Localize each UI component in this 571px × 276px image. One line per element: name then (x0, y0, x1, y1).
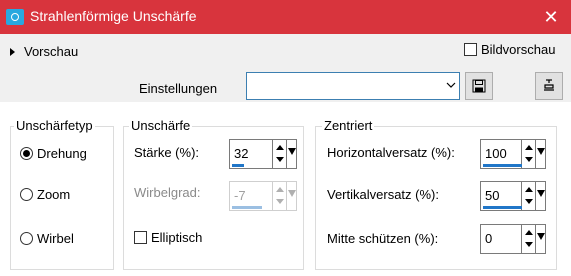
elliptical-checkbox-box[interactable] (134, 231, 147, 244)
image-preview-checkbox-box[interactable] (464, 43, 477, 56)
v-offset-value: 50 (485, 188, 500, 203)
h-offset-stepper[interactable] (522, 139, 536, 169)
strength-value: 32 (234, 146, 249, 161)
strength-label: Stärke (%): (134, 145, 200, 160)
stepper-up-icon[interactable] (276, 145, 284, 150)
twist-slider-dropdown[interactable] (287, 181, 297, 211)
stepper-down-icon[interactable] (525, 157, 533, 162)
image-preview-checkbox[interactable]: Bildvorschau (464, 42, 555, 57)
radio-zoom-label: Zoom (37, 187, 71, 202)
reset-settings-button[interactable] (535, 72, 563, 100)
preview-label: Vorschau (24, 44, 79, 59)
camera-icon (6, 9, 24, 25)
save-icon (472, 79, 486, 93)
v-offset-label: Vertikalversatz (%): (327, 187, 439, 202)
radio-rotation[interactable]: Drehung (20, 146, 87, 161)
stepper-up-icon[interactable] (525, 230, 533, 235)
stepper-down-icon[interactable] (276, 199, 284, 204)
h-offset-value: 100 (485, 146, 507, 161)
strength-spinner[interactable]: 32 (229, 139, 297, 169)
twist-stepper[interactable] (273, 181, 287, 211)
h-offset-spinner[interactable]: 100 (480, 139, 546, 169)
blur-legend: Unschärfe (129, 118, 193, 133)
elliptical-label: Elliptisch (151, 230, 203, 245)
h-offset-slider-dropdown[interactable] (536, 139, 546, 169)
twist-label: Wirbelgrad: (134, 185, 201, 200)
center-legend: Zentriert (322, 118, 375, 133)
twist-spinner[interactable]: -7 (229, 181, 297, 211)
protect-center-label: Mitte schützen (%): (327, 231, 439, 246)
preview-toggle[interactable]: Vorschau (10, 44, 78, 59)
protect-center-stepper[interactable] (522, 224, 536, 254)
stepper-up-icon[interactable] (276, 187, 284, 192)
radio-swirl[interactable]: Wirbel (20, 231, 74, 246)
stepper-down-icon[interactable] (276, 157, 284, 162)
v-offset-stepper[interactable] (522, 181, 536, 211)
radio-zoom-indicator[interactable] (20, 188, 33, 201)
settings-dropdown[interactable] (246, 72, 460, 100)
strength-stepper[interactable] (273, 139, 287, 169)
v-offset-slider-dropdown[interactable] (536, 181, 546, 211)
image-preview-label: Bildvorschau (481, 42, 556, 57)
protect-center-input[interactable]: 0 (480, 224, 522, 254)
title-bar: Strahlenförmige Unschärfe ✕ (0, 0, 571, 34)
protect-center-spinner[interactable]: 0 (480, 224, 546, 254)
stepper-down-icon[interactable] (525, 242, 533, 247)
twist-value: -7 (234, 188, 246, 203)
radio-swirl-label: Wirbel (37, 231, 74, 246)
expand-triangle-icon (10, 47, 15, 56)
strength-slider-dropdown[interactable] (287, 139, 297, 169)
close-button[interactable]: ✕ (531, 0, 571, 34)
twist-bar (232, 206, 262, 209)
stepper-up-icon[interactable] (525, 145, 533, 150)
stepper-up-icon[interactable] (525, 187, 533, 192)
window-title: Strahlenförmige Unschärfe (30, 8, 197, 24)
h-offset-label: Horizontalversatz (%): (327, 145, 455, 160)
blur-type-legend: Unschärfetyp (14, 118, 95, 133)
protect-center-value: 0 (485, 231, 493, 246)
settings-label: Einstellungen (139, 81, 218, 96)
save-settings-button[interactable] (465, 72, 493, 100)
strength-bar (232, 164, 244, 167)
radio-swirl-indicator[interactable] (20, 232, 33, 245)
stepper-down-icon[interactable] (525, 199, 533, 204)
radio-rotation-label: Drehung (37, 146, 87, 161)
chevron-down-icon (446, 82, 456, 88)
v-offset-spinner[interactable]: 50 (480, 181, 546, 211)
radio-zoom[interactable]: Zoom (20, 187, 70, 202)
close-icon: ✕ (543, 7, 559, 27)
stamp-icon (544, 79, 554, 91)
protect-center-slider-dropdown[interactable] (536, 224, 546, 254)
radio-rotation-indicator[interactable] (20, 147, 33, 160)
elliptical-checkbox[interactable]: Elliptisch (134, 230, 202, 245)
